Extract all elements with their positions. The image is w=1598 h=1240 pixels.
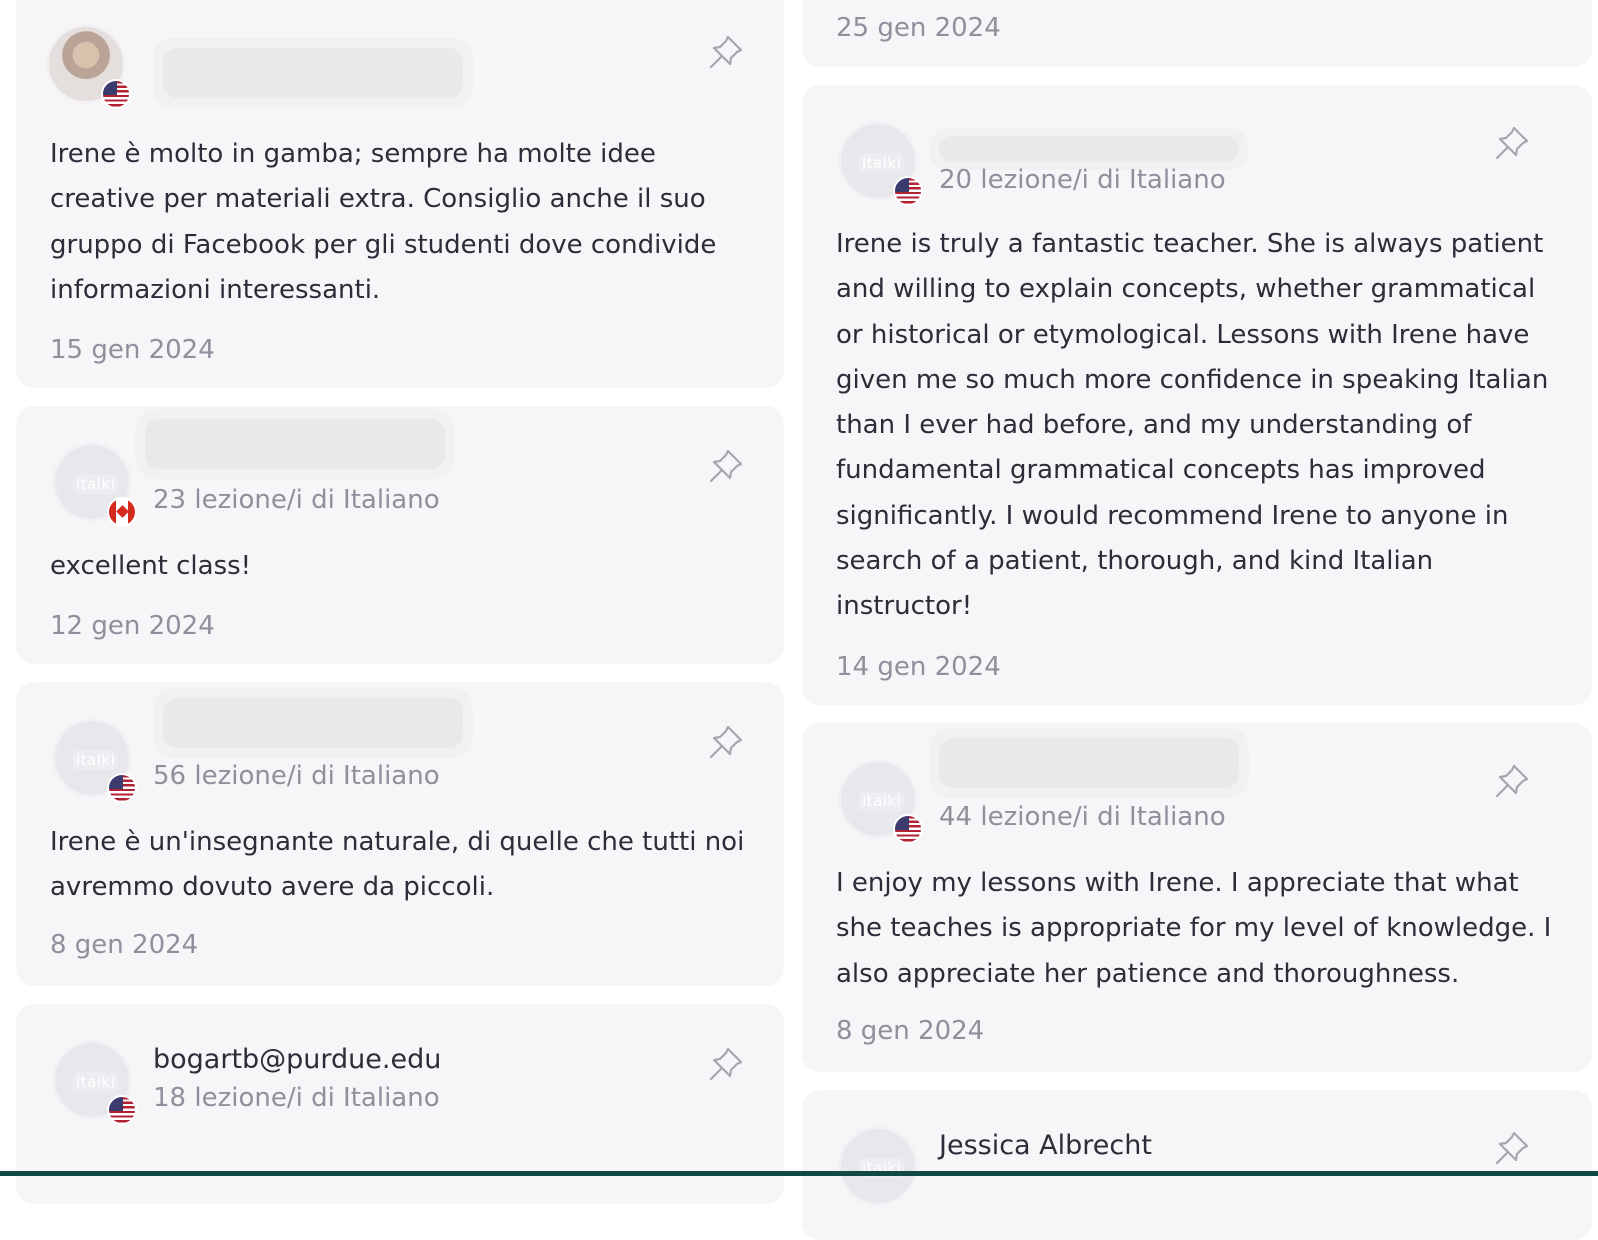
avatar[interactable]: italki <box>52 1040 137 1125</box>
lesson-count: 20 lezione/i di Italiano <box>939 165 1226 195</box>
pin-icon[interactable] <box>706 1044 746 1084</box>
lesson-count: 18 lezione/i di Italiano <box>153 1083 440 1113</box>
pin-icon[interactable] <box>1492 761 1532 801</box>
review-date: 8 gen 2024 <box>50 930 199 960</box>
italki-logo: italki <box>859 791 905 811</box>
lesson-count: 56 lezione/i di Italiano <box>153 761 440 791</box>
review-card: italki Jessica Albrecht <box>802 1090 1592 1240</box>
redacted-name <box>153 688 473 758</box>
us-flag-icon <box>101 79 131 109</box>
review-card: italki 23 lezione/i di Italiano excellen… <box>16 406 784 664</box>
review-date: 12 gen 2024 <box>50 611 215 641</box>
review-card: Irene è molto in gamba; sempre ha molte … <box>16 0 784 388</box>
italki-logo: italki <box>73 750 119 770</box>
avatar[interactable]: italki <box>838 121 923 206</box>
review-card: italki 56 lezione/i di Italiano Irene è … <box>16 682 784 986</box>
avatar[interactable]: italki <box>52 442 137 527</box>
italki-logo: italki <box>73 474 119 494</box>
review-date: 25 gen 2024 <box>836 13 1001 43</box>
review-card: 25 gen 2024 <box>802 0 1592 67</box>
review-text: Irene è molto in gamba; sempre ha molte … <box>50 139 717 305</box>
lesson-count: 44 lezione/i di Italiano <box>939 802 1226 832</box>
review-date: 15 gen 2024 <box>50 335 215 365</box>
us-flag-icon <box>893 176 923 206</box>
review-text: Irene è un'insegnante naturale, di quell… <box>50 827 745 903</box>
avatar[interactable] <box>46 24 131 109</box>
review-text: excellent class! <box>50 551 252 581</box>
canada-flag-icon <box>107 497 137 527</box>
italki-logo: italki <box>859 153 905 173</box>
italki-logo: italki <box>73 1072 119 1092</box>
review-card: italki 44 lezione/i di Italiano I enjoy … <box>802 723 1592 1072</box>
avatar[interactable]: italki <box>838 1126 918 1206</box>
redacted-name <box>929 728 1249 798</box>
pin-icon[interactable] <box>1492 1128 1532 1168</box>
avatar[interactable]: italki <box>838 759 923 844</box>
pin-icon[interactable] <box>706 32 746 72</box>
redacted-name <box>929 128 1249 170</box>
reviewer-name[interactable]: bogartb@purdue.edu <box>153 1044 441 1075</box>
us-flag-icon <box>107 1095 137 1125</box>
avatar[interactable]: italki <box>52 718 137 803</box>
bottom-accent-bar <box>0 1171 1598 1176</box>
review-date: 14 gen 2024 <box>836 652 1001 682</box>
reviewer-name[interactable]: Jessica Albrecht <box>939 1130 1152 1161</box>
lesson-count: 23 lezione/i di Italiano <box>153 485 440 515</box>
pin-icon[interactable] <box>706 722 746 762</box>
review-card: italki 20 lezione/i di Italiano Irene is… <box>802 85 1592 705</box>
redacted-name <box>135 409 455 479</box>
us-flag-icon <box>893 814 923 844</box>
redacted-name <box>153 38 473 108</box>
review-text: I enjoy my lessons with Irene. I appreci… <box>836 868 1552 989</box>
us-flag-icon <box>107 773 137 803</box>
review-text: Irene is truly a fantastic teacher. She … <box>836 229 1549 622</box>
pin-icon[interactable] <box>706 446 746 486</box>
pin-icon[interactable] <box>1492 123 1532 163</box>
review-date: 8 gen 2024 <box>836 1016 985 1046</box>
